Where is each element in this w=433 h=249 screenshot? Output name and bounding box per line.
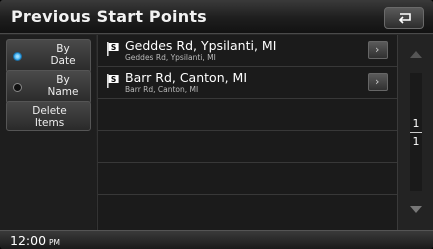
start-points-list: S Geddes Rd, Ypsilanti, MI Geddes Rd, Yp… (97, 35, 398, 230)
empty-row (98, 99, 398, 131)
delete-items-label: Delete Items (32, 105, 67, 129)
chevron-right-icon: › (375, 75, 380, 88)
page-divider (410, 132, 422, 133)
svg-text:S: S (111, 75, 116, 84)
scrollbar[interactable]: 1 1 (397, 35, 433, 230)
page-current: 1 (412, 117, 420, 130)
scroll-up-button[interactable] (400, 41, 432, 69)
back-button[interactable] (384, 7, 424, 29)
page-total: 1 (412, 135, 420, 148)
list-item[interactable]: S Geddes Rd, Ypsilanti, MI Geddes Rd, Yp… (98, 35, 398, 67)
item-detail-button[interactable]: › (368, 41, 388, 59)
list-item-name: Barr Rd, Canton, MI (125, 70, 248, 85)
scroll-down-button[interactable] (400, 195, 432, 223)
svg-text:S: S (111, 43, 116, 52)
empty-row (98, 163, 398, 195)
delete-items-button[interactable]: Delete Items (6, 101, 91, 131)
chevron-right-icon: › (375, 43, 380, 56)
list-item-detail: Barr Rd, Canton, MI (125, 85, 199, 94)
list-item-name: Geddes Rd, Ypsilanti, MI (125, 38, 277, 53)
empty-row (98, 131, 398, 163)
sort-by-date-button[interactable]: By Date (6, 39, 91, 73)
sort-panel: By Date By Name Delete Items (0, 35, 96, 230)
clock: 12:00 PM (10, 233, 61, 248)
title-bar: Previous Start Points (0, 0, 433, 34)
status-bar: 12:00 PM (0, 230, 433, 249)
screen: Previous Start Points By Date By Name De… (0, 0, 433, 249)
sort-by-name-label: By Name (47, 74, 79, 98)
list-item-detail: Geddes Rd, Ypsilanti, MI (125, 53, 216, 62)
radio-selected-icon (13, 52, 22, 61)
sort-by-date-label: By Date (50, 43, 76, 67)
item-detail-button[interactable]: › (368, 73, 388, 91)
empty-row (98, 195, 398, 227)
list-item[interactable]: S Barr Rd, Canton, MI Barr Rd, Canton, M… (98, 67, 398, 99)
start-flag-icon: S (107, 74, 119, 88)
page-title: Previous Start Points (11, 7, 207, 26)
sort-by-name-button[interactable]: By Name (6, 70, 91, 104)
start-flag-icon: S (107, 42, 119, 56)
radio-unselected-icon (13, 83, 22, 92)
return-arrow-icon (398, 13, 411, 24)
